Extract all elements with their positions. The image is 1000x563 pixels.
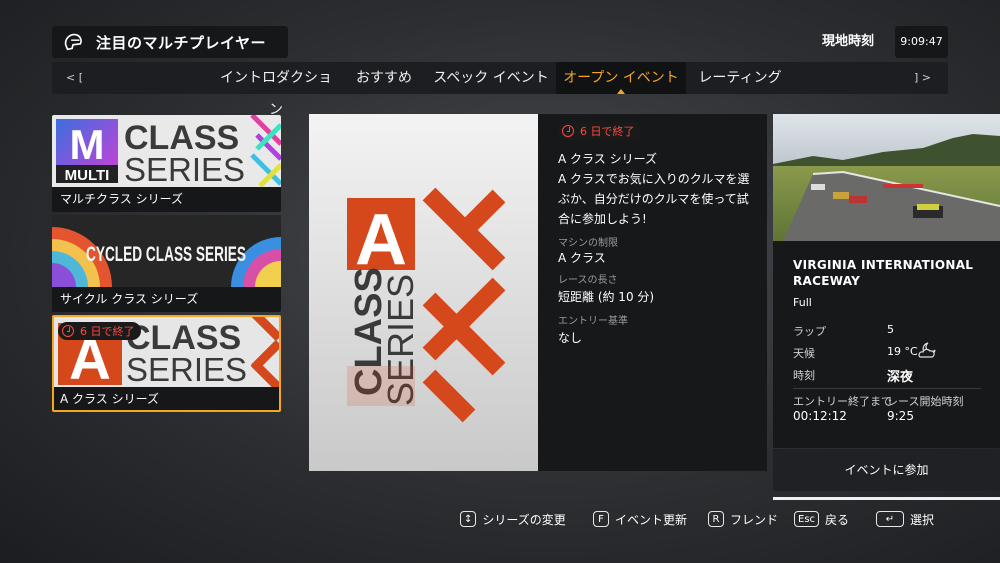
laps-label: ラップ [793,325,826,338]
track-preview-image [773,114,1000,241]
series-card-label: サイクル クラス シリーズ [60,292,199,306]
join-event-button[interactable]: イベントに参加 [773,449,1000,491]
key-r-icon: R [708,511,724,527]
local-time-value: 9:09:47 [895,26,948,58]
tab-bar: < [ イントロダクション おすすめ スペック イベント オープン イベント レ… [52,62,948,118]
event-key-art: A CLASS SERIES [309,114,538,471]
art-line2: SERIES [126,351,247,387]
track-name: VIRGINIA INTERNATIONAL RACEWAY [793,258,974,288]
time-left-badge: 6 日で終了 [58,322,141,340]
time-of-day-label: 時刻 [793,369,815,382]
art-text: CYCLED CLASS SERIES [86,243,246,266]
tab-open-events[interactable]: オープン イベント [556,62,686,94]
race-start-label: レース開始時刻 [887,395,964,408]
divider [793,388,981,389]
art-line2: SERIES [124,151,245,187]
hint-label: フレンド [730,512,779,527]
forza-helmet-icon [64,33,82,51]
clock-icon [562,125,574,137]
tab-recommended[interactable]: おすすめ [344,62,424,94]
series-art-cycled-class: CYCLED CLASS SERIES [52,215,281,287]
entry-close-countdown: 00:12:12 [793,409,847,423]
race-length-value: 短距離 (約 10 分) [558,290,655,304]
tab-introduction[interactable]: イントロダクション [214,62,338,118]
hint-label: 選択 [910,512,935,527]
race-length-label: レースの長さ [558,275,618,286]
page-title-bar: 注目のマルチプレイヤー [52,26,288,58]
local-time-label: 現地時刻 [822,34,875,49]
tab-spec-events[interactable]: スペック イベント [430,62,552,94]
series-card-label: A クラス シリーズ [60,392,159,406]
series-card-cycled-class[interactable]: CYCLED CLASS SERIES サイクル クラス シリーズ [52,215,281,312]
hint-label: シリーズの変更 [482,512,566,527]
time-left-text: 6 日で終了 [580,125,635,138]
key-esc-icon: Esc [794,511,820,527]
page-title: 注目のマルチプレイヤー [96,33,267,52]
hint-change-series[interactable]: ↕ シリーズの変更 [460,509,566,529]
time-left-badge: 6 日で終了 [558,122,641,140]
time-left-text: 6 日で終了 [80,325,135,338]
time-of-day-value: 深夜 [887,370,914,385]
entry-close-label: エントリー終了まで [793,395,892,408]
hint-friends[interactable]: R フレンド [708,509,778,529]
weather-label: 天候 [793,347,815,360]
hint-refresh-events[interactable]: F イベント更新 [593,509,687,529]
series-card-multi-class[interactable]: M MULTI CLASS SERIES マルチクラス シリーズ [52,115,281,212]
tab-next-button[interactable]: ] > [914,62,931,94]
entry-criteria-value: なし [558,331,583,345]
hint-label: 戻る [825,512,850,527]
entry-criteria-label: エントリー基準 [558,316,628,327]
laps-value: 5 [887,323,894,336]
hint-label: イベント更新 [615,512,688,527]
tab-rating[interactable]: レーティング [690,62,790,94]
series-art-multi-class: M MULTI CLASS SERIES [52,115,281,187]
track-layout: Full [793,296,812,309]
event-name: A クラス シリーズ [558,152,657,166]
clock-icon [62,325,74,337]
weather-value: 19 °C [887,345,918,358]
art-letter: M [70,121,105,168]
enter-key-icon: ↵ [876,511,904,527]
track-info-panel: VIRGINIA INTERNATIONAL RACEWAY Full ラップ … [773,241,1000,448]
join-button-underline [773,497,1000,500]
partly-cloudy-night-icon [918,342,936,358]
event-details-panel: 6 日で終了 A クラス シリーズ A クラスでお気に入りのクルマを選ぶか、自分… [538,114,767,471]
art-tag: MULTI [65,167,110,184]
event-description: A クラスでお気に入りのクルマを選ぶか、自分だけのクルマを使って試合に参加しよう… [558,172,750,226]
dpad-updown-icon: ↕ [460,511,477,527]
car-restriction-label: マシンの制限 [558,238,618,249]
car-restriction-value: A クラス [558,251,606,265]
series-card-label: マルチクラス シリーズ [60,192,183,206]
series-card-a-class[interactable]: A CLASS SERIES 6 日で終了 A クラス シリーズ [52,315,281,412]
hint-select[interactable]: ↵ 選択 [876,509,934,529]
race-start-time: 9:25 [887,409,914,423]
hint-back[interactable]: Esc 戻る [794,509,849,529]
key-f-icon: F [593,511,609,527]
tab-prev-button[interactable]: < [ [66,62,83,94]
